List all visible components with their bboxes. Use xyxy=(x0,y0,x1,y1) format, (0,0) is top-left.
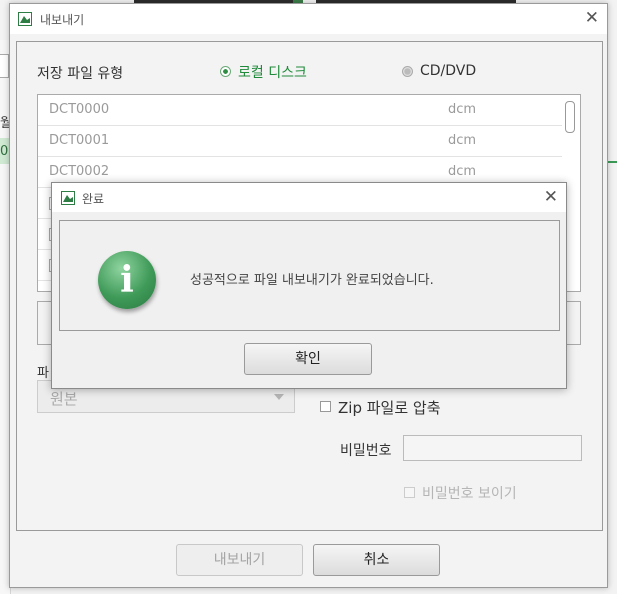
export-window-titlebar[interactable]: 내보내기 ✕ xyxy=(10,4,607,34)
ok-button[interactable]: 확인 xyxy=(244,343,372,375)
file-name: DCT0002 xyxy=(49,164,110,179)
file-ext: dcm xyxy=(448,133,477,148)
save-type-label: 저장 파일 유형 xyxy=(37,66,124,82)
file-name: DCT0001 xyxy=(49,133,110,148)
file-format-label: 파 xyxy=(37,366,49,381)
zip-checkbox-label[interactable]: Zip 파일로 압축 xyxy=(338,397,441,418)
close-icon[interactable]: ✕ xyxy=(585,8,599,28)
list-scrollbar-thumb[interactable] xyxy=(565,101,575,133)
app-logo-icon xyxy=(18,12,32,26)
background-app-tab[interactable] xyxy=(0,54,9,78)
export-window-title: 내보내기 xyxy=(40,13,85,27)
password-field[interactable] xyxy=(403,435,582,461)
app-logo-icon xyxy=(61,191,75,205)
file-format-value: 원본 xyxy=(50,390,78,408)
show-password-checkbox[interactable] xyxy=(404,487,415,498)
export-button[interactable]: 내보내기 xyxy=(176,544,303,576)
list-item[interactable]: DCT0001 dcm xyxy=(38,126,562,157)
file-ext: dcm xyxy=(448,164,477,179)
info-icon: i xyxy=(98,251,156,309)
completion-dialog: 완료 ✕ i 성공적으로 파일 내보내기가 완료되었습니다. 확인 xyxy=(51,182,567,389)
background-app-accent-line xyxy=(608,161,617,163)
password-label: 비밀번호 xyxy=(340,443,392,459)
close-icon[interactable]: ✕ xyxy=(544,187,558,207)
completion-message: 성공적으로 파일 내보내기가 완료되었습니다. xyxy=(190,273,434,288)
zip-checkbox[interactable] xyxy=(320,401,331,412)
message-area: i 성공적으로 파일 내보내기가 완료되었습니다. xyxy=(59,220,560,331)
chevron-down-icon xyxy=(274,394,284,400)
cancel-button[interactable]: 취소 xyxy=(313,544,440,576)
completion-dialog-titlebar[interactable]: 완료 ✕ xyxy=(52,183,566,212)
list-item[interactable]: DCT0000 dcm xyxy=(38,95,562,126)
radio-local-disk-label[interactable]: 로컬 디스크 xyxy=(238,62,307,82)
file-name: DCT0000 xyxy=(49,102,110,117)
completion-dialog-title: 완료 xyxy=(82,192,105,206)
radio-cd-dvd[interactable] xyxy=(402,66,413,77)
radio-local-disk[interactable] xyxy=(220,66,231,77)
file-ext: dcm xyxy=(448,102,477,117)
show-password-label[interactable]: 비밀번호 보이기 xyxy=(422,483,517,503)
radio-cd-dvd-label[interactable]: CD/DVD xyxy=(420,63,476,79)
